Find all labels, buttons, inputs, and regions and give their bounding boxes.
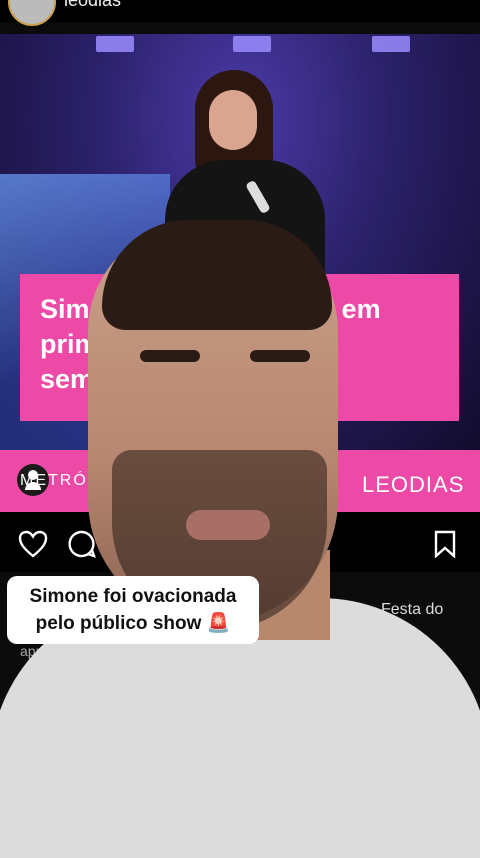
caption-line-1: Simone foi ovacionada bbox=[29, 586, 237, 607]
top-bar: leodias ••• bbox=[0, 0, 480, 26]
presenter-overlay bbox=[0, 200, 480, 858]
stage-light bbox=[233, 36, 271, 52]
profile-avatar[interactable] bbox=[8, 0, 56, 26]
more-options-icon[interactable]: ••• bbox=[438, 0, 459, 9]
stage-light bbox=[372, 36, 410, 52]
caption-line-2: pelo público show 🚨 bbox=[35, 613, 231, 634]
video-caption: Simone foi ovacionada pelo público show … bbox=[7, 576, 259, 644]
stage-light bbox=[96, 36, 134, 52]
profile-username[interactable]: leodias bbox=[64, 0, 121, 11]
